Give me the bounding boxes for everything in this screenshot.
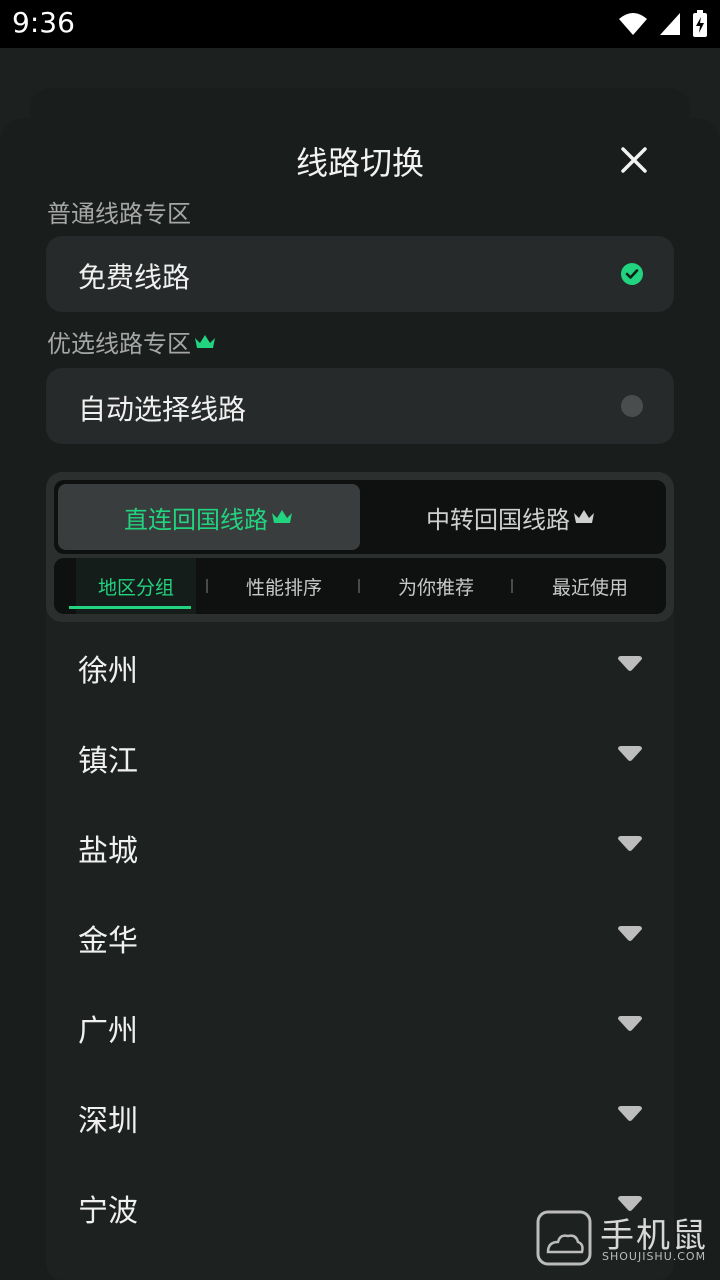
tab-relay-route[interactable]: 中转回国线路 (360, 484, 662, 550)
radio-unselected-icon (621, 395, 643, 417)
status-time: 9:36 (12, 6, 75, 39)
city-row[interactable]: 盐城 (46, 802, 674, 892)
city-name: 深圳 (78, 1104, 138, 1139)
free-line-label: 免费线路 (78, 261, 191, 294)
status-bar: 9:36 (0, 0, 720, 48)
tab-direct-route[interactable]: 直连回国线路 (58, 484, 360, 550)
route-type-tabs: 直连回国线路 中转回国线路 (54, 480, 666, 554)
city-name: 徐州 (78, 654, 138, 689)
city-row[interactable]: 深圳 (46, 1072, 674, 1162)
chevron-down-icon (618, 836, 642, 851)
city-name: 广州 (78, 1014, 138, 1049)
city-row[interactable]: 镇江 (46, 712, 674, 802)
crown-icon (195, 334, 215, 348)
check-circle-icon (621, 263, 643, 285)
page-title: 线路切换 (295, 144, 424, 182)
close-icon[interactable] (616, 142, 652, 178)
subtab-performance[interactable]: 性能排序 (224, 558, 344, 614)
divider (358, 579, 360, 593)
city-row[interactable]: 金华 (46, 892, 674, 982)
free-line-option[interactable]: 免费线路 (46, 236, 674, 312)
city-row[interactable]: 徐州 (46, 622, 674, 712)
auto-line-label: 自动选择线路 (78, 393, 247, 426)
subtab-recommended[interactable]: 为你推荐 (376, 558, 496, 614)
divider (511, 579, 513, 593)
subtab-recent[interactable]: 最近使用 (530, 558, 650, 614)
watermark-site: SHOUJISHU.COM (602, 1250, 707, 1263)
signal-icon (660, 13, 680, 35)
sort-tabs: 地区分组 性能排序 为你推荐 最近使用 (54, 558, 666, 614)
premium-section-label: 优选线路专区 (47, 324, 217, 359)
crown-icon (574, 510, 594, 523)
auto-line-option[interactable]: 自动选择线路 (46, 368, 674, 444)
chevron-down-icon (618, 656, 642, 671)
chevron-down-icon (618, 926, 642, 941)
city-name: 盐城 (78, 834, 138, 869)
battery-charging-icon (693, 10, 707, 37)
city-name: 金华 (78, 924, 138, 959)
city-row[interactable]: 广州 (46, 982, 674, 1072)
city-name: 宁波 (78, 1194, 138, 1229)
chevron-down-icon (618, 1016, 642, 1031)
normal-section-label: 普通线路专区 (47, 200, 191, 228)
crown-icon (272, 510, 292, 523)
city-name: 镇江 (78, 744, 138, 779)
active-underline (69, 606, 191, 609)
chevron-down-icon (618, 1106, 642, 1121)
chevron-down-icon (618, 746, 642, 761)
divider (206, 579, 208, 593)
wifi-icon (619, 13, 647, 35)
